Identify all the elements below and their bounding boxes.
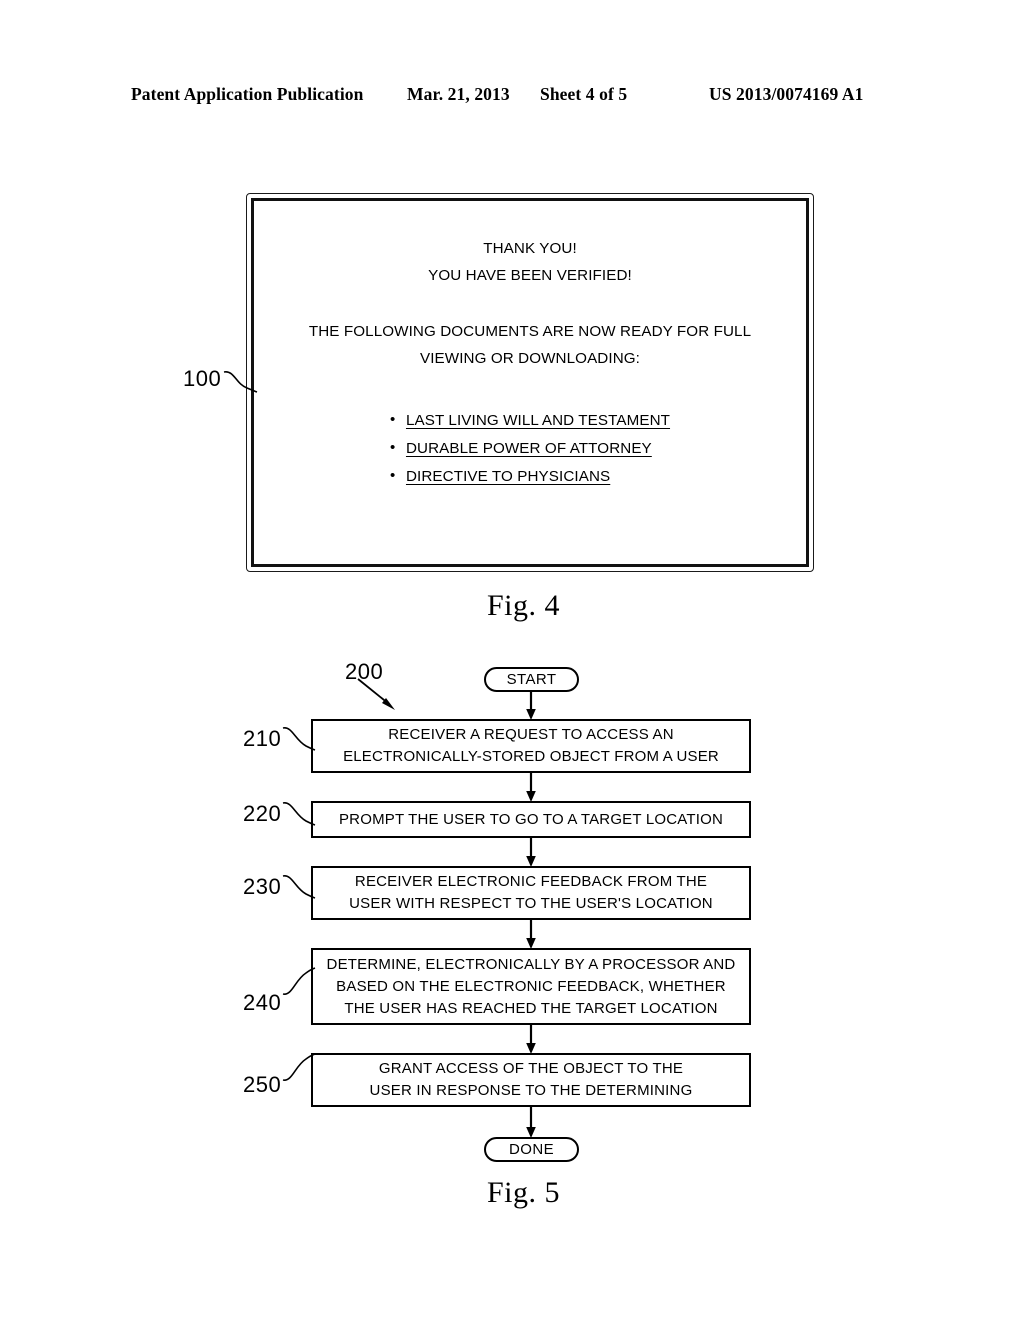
flowchart-step-210-box[interactable]: RECEIVER A REQUEST TO ACCESS AN ELECTRON… bbox=[311, 719, 751, 773]
verified-text: YOU HAVE BEEN VERIFIED! bbox=[428, 267, 632, 284]
document-link-durable-power-of-attorney[interactable]: DURABLE POWER OF ATTORNEY bbox=[406, 440, 652, 457]
connector-arrow-220-to-230 bbox=[526, 837, 536, 867]
flowchart-step-240-line-3: THE USER HAS REACHED THE TARGET LOCATION bbox=[344, 999, 718, 1017]
flowchart-start-label: START bbox=[506, 671, 557, 688]
document-link-directive-to-physicians[interactable]: DIRECTIVE TO PHYSICIANS bbox=[406, 468, 610, 485]
document-link-last-living-will[interactable]: LAST LIVING WILL AND TESTAMENT bbox=[406, 412, 670, 429]
reference-numeral-210: 210 bbox=[243, 726, 282, 751]
connector-arrow-240-to-250 bbox=[526, 1024, 536, 1054]
verification-dialog-content: THANK YOU! YOU HAVE BEEN VERIFIED! THE F… bbox=[254, 235, 806, 491]
flowchart-step-230-line-2: USER WITH RESPECT TO THE USER'S LOCATION bbox=[349, 895, 713, 912]
flowchart-step-210-line-2: ELECTRONICALLY-STORED OBJECT FROM A USER bbox=[343, 748, 719, 765]
list-item[interactable]: LAST LIVING WILL AND TESTAMENT bbox=[390, 406, 670, 435]
document-link-list: LAST LIVING WILL AND TESTAMENT DURABLE P… bbox=[390, 406, 670, 491]
figure-4-caption: Fig. 4 bbox=[487, 589, 561, 622]
flowchart-step-240-box[interactable]: DETERMINE, ELECTRONICALLY BY A PROCESSOR… bbox=[311, 948, 751, 1025]
flowchart-step-240-line-2: BASED ON THE ELECTRONIC FEEDBACK, WHETHE… bbox=[336, 977, 726, 995]
reference-numeral-200: 200 bbox=[345, 659, 384, 684]
header-date-label: Mar. 21, 2013 bbox=[407, 84, 510, 104]
documents-ready-text-line2: VIEWING OR DOWNLOADING: bbox=[420, 350, 640, 367]
connector-arrow-230-to-240 bbox=[526, 919, 536, 949]
thank-you-text: THANK YOU! bbox=[483, 240, 577, 257]
list-item[interactable]: DIRECTIVE TO PHYSICIANS bbox=[390, 462, 670, 491]
reference-numeral-250: 250 bbox=[243, 1072, 282, 1097]
reference-numeral-220: 220 bbox=[243, 801, 282, 826]
reference-numeral-230: 230 bbox=[243, 874, 282, 899]
flowchart-step-230-box[interactable]: RECEIVER ELECTRONIC FEEDBACK FROM THE US… bbox=[311, 866, 751, 920]
connector-arrow-210-to-220 bbox=[526, 772, 536, 802]
flowchart-step-230-line-1: RECEIVER ELECTRONIC FEEDBACK FROM THE bbox=[354, 873, 708, 890]
flowchart-step-210-line-1: RECEIVER A REQUEST TO ACCESS AN bbox=[388, 726, 674, 743]
list-item[interactable]: DURABLE POWER OF ATTORNEY bbox=[390, 434, 670, 463]
reference-numeral-240: 240 bbox=[243, 990, 282, 1015]
figure-4: THANK YOU! YOU HAVE BEEN VERIFIED! THE F… bbox=[0, 0, 1024, 1320]
header-patent-number: US 2013/0074169 A1 bbox=[709, 84, 864, 104]
verification-dialog-window[interactable]: THANK YOU! YOU HAVE BEEN VERIFIED! THE F… bbox=[246, 193, 814, 572]
connector-arrow-250-to-done bbox=[526, 1106, 536, 1138]
flowchart-step-220-box[interactable]: PROMPT THE USER TO GO TO A TARGET LOCATI… bbox=[311, 801, 751, 838]
flowchart-start-terminator[interactable]: START bbox=[484, 667, 579, 692]
reference-numeral-100: 100 bbox=[183, 366, 222, 391]
documents-ready-text-line1: THE FOLLOWING DOCUMENTS ARE NOW READY FO… bbox=[308, 323, 752, 340]
flowchart-step-250-line-1: GRANT ACCESS OF THE OBJECT TO THE bbox=[378, 1060, 684, 1077]
figure-5-caption: Fig. 5 bbox=[487, 1176, 561, 1209]
header-publication-label: Patent Application Publication bbox=[131, 84, 364, 104]
connector-arrow-start-to-210 bbox=[526, 692, 536, 720]
flowchart-done-terminator[interactable]: DONE bbox=[484, 1137, 579, 1162]
header-sheet-label: Sheet 4 of 5 bbox=[540, 84, 628, 104]
flowchart-step-250-line-2: USER IN RESPONSE TO THE DETERMINING bbox=[369, 1082, 693, 1099]
flowchart-step-240-line-1: DETERMINE, ELECTRONICALLY BY A PROCESSOR… bbox=[326, 955, 736, 973]
flowchart-done-label: DONE bbox=[509, 1141, 554, 1158]
flowchart-step-220-line-1: PROMPT THE USER TO GO TO A TARGET LOCATI… bbox=[338, 810, 724, 828]
verification-dialog-screen: THANK YOU! YOU HAVE BEEN VERIFIED! THE F… bbox=[251, 198, 809, 567]
page-header: Patent Application Publication Mar. 21, … bbox=[0, 84, 1024, 110]
flowchart-step-250-box[interactable]: GRANT ACCESS OF THE OBJECT TO THE USER I… bbox=[311, 1053, 751, 1107]
